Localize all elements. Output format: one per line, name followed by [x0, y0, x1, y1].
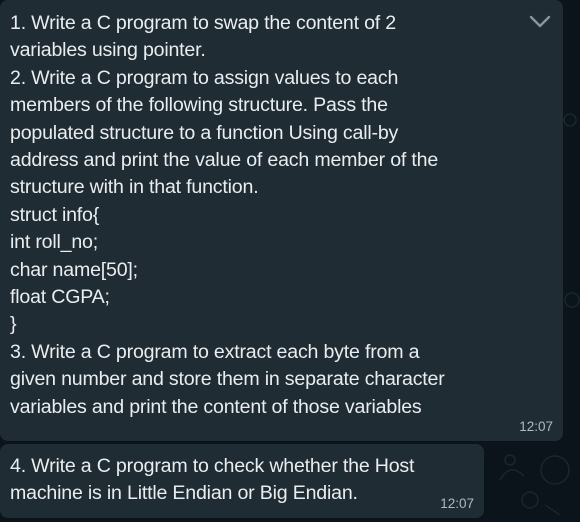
message-menu-button[interactable]: [527, 10, 553, 34]
chevron-down-icon: [529, 15, 551, 28]
message-bubble[interactable]: 1. Write a C program to swap the content…: [0, 0, 563, 441]
message-text: 4. Write a C program to check whether th…: [10, 455, 415, 505]
message-text: 1. Write a C program to swap the content…: [10, 12, 445, 418]
message-bubble[interactable]: 4. Write a C program to check whether th…: [0, 444, 484, 518]
message-timestamp: 12:07: [519, 419, 553, 434]
message-timestamp: 12:07: [440, 496, 474, 511]
